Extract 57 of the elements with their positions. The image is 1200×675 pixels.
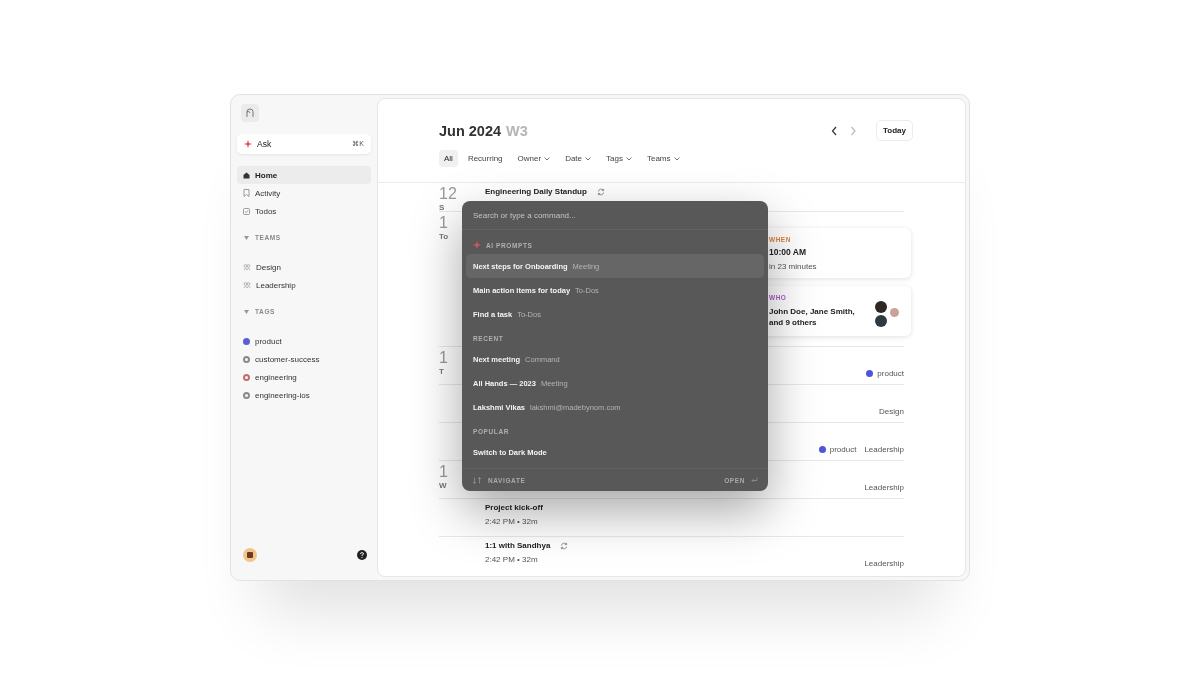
attendee-names: John Doe, Jane Smith, and 9 others bbox=[769, 306, 856, 328]
sparkle-icon bbox=[244, 140, 252, 148]
day-number: 1 bbox=[439, 349, 448, 366]
week-label: W3 bbox=[506, 122, 528, 139]
checkbox-icon bbox=[243, 207, 250, 215]
nav-item[interactable]: Activity bbox=[237, 184, 371, 202]
event-start-time: 10:00 AM bbox=[769, 247, 807, 257]
chevron-left-icon bbox=[831, 125, 839, 136]
chevron-right-icon bbox=[850, 125, 858, 136]
bookmark-icon bbox=[243, 189, 250, 197]
enter-key-icon bbox=[751, 477, 758, 483]
filter-tab[interactable]: Owner bbox=[512, 150, 556, 167]
home-icon bbox=[243, 171, 250, 179]
filter-tab[interactable]: Recurring bbox=[462, 150, 508, 167]
help-icon[interactable] bbox=[357, 550, 367, 560]
caret-icon[interactable] bbox=[244, 309, 249, 314]
weekday-label: To bbox=[439, 232, 449, 241]
caret-icon[interactable] bbox=[244, 235, 249, 240]
event-title: Project kick-off bbox=[485, 503, 543, 512]
day-number: 12 bbox=[439, 185, 457, 202]
weekday-label: W bbox=[439, 481, 447, 490]
people-icon bbox=[243, 282, 251, 288]
tag-label: product bbox=[877, 369, 904, 378]
filter-tab[interactable]: Teams bbox=[641, 150, 685, 167]
day-number: 1 bbox=[439, 214, 448, 231]
tag-item[interactable]: customer-success bbox=[237, 350, 371, 368]
day-number: 1 bbox=[439, 463, 448, 480]
event-title: Engineering Daily Standup bbox=[485, 187, 587, 196]
weekday-label: T bbox=[439, 367, 444, 376]
relative-time: in 23 minutes bbox=[769, 262, 818, 271]
team-item[interactable]: Design bbox=[237, 258, 371, 276]
filter-tab[interactable]: All bbox=[439, 150, 458, 167]
tag-label: product bbox=[829, 445, 857, 454]
event-time: 2:42 PM • 32m bbox=[485, 555, 539, 564]
tag-item[interactable]: engineering bbox=[237, 368, 371, 386]
team-label: Leadership bbox=[864, 483, 904, 492]
nav-item[interactable]: Home bbox=[237, 166, 371, 184]
team-item[interactable]: Leadership bbox=[237, 276, 371, 294]
user-avatar[interactable] bbox=[243, 548, 257, 562]
team-label: Leadership bbox=[864, 445, 904, 454]
today-button[interactable]: Today bbox=[876, 120, 913, 141]
command-search-field[interactable]: Search or type a command... bbox=[462, 201, 768, 230]
filter-tab[interactable]: Tags bbox=[601, 150, 637, 167]
tag-item[interactable]: product bbox=[237, 332, 371, 350]
team-label: Design bbox=[879, 407, 904, 416]
nav-item[interactable]: Todos bbox=[237, 202, 371, 220]
people-icon bbox=[243, 264, 251, 270]
weekday-label: S bbox=[439, 203, 445, 212]
event-time: 2:42 PM • 32m bbox=[485, 517, 539, 526]
arrows-icon bbox=[472, 476, 482, 484]
logo-icon bbox=[245, 108, 255, 118]
event-title: 1:1 with Sandhya bbox=[485, 541, 551, 550]
team-label: Leadership bbox=[864, 559, 904, 568]
tag-item[interactable]: engineering-ios bbox=[237, 386, 371, 404]
sparkle-icon bbox=[473, 241, 481, 249]
filter-tab[interactable]: Date bbox=[560, 150, 597, 167]
month-title: Jun 2024 bbox=[439, 122, 502, 139]
